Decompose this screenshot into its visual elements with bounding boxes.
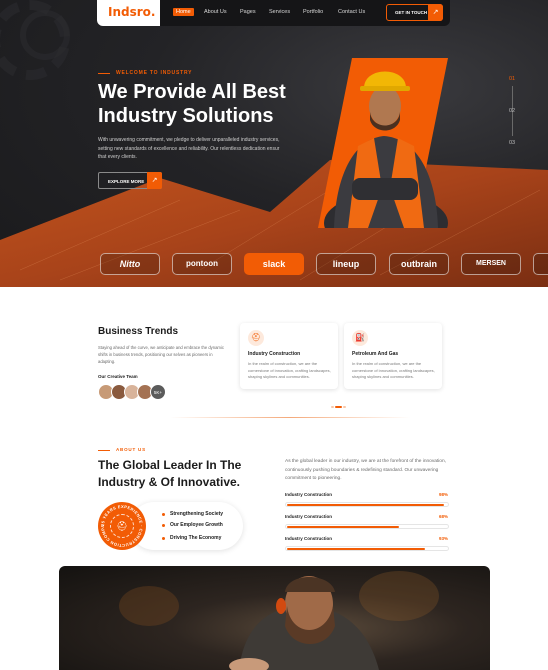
nav-portfolio[interactable]: Portfolio <box>303 9 323 15</box>
carousel-dot[interactable] <box>343 405 346 408</box>
highlight-item: Our Employee Growth <box>170 522 223 528</box>
about-description: As the global leader in our industry, we… <box>285 459 446 481</box>
trends-title: Business Trends <box>98 326 179 337</box>
card-title: Petroleum And Gas <box>352 351 399 357</box>
highlight-item: Strengthening Society <box>170 511 224 517</box>
brand-logo-slack: slack <box>244 253 304 275</box>
carousel-dot[interactable] <box>331 405 334 408</box>
bullet-dot <box>162 513 165 516</box>
progress-fill <box>287 504 444 506</box>
bullet-dot <box>162 524 165 527</box>
progress-label: Industry Construction <box>285 492 332 497</box>
progress-percent: 98% <box>439 492 449 497</box>
arrow-up-right-icon[interactable]: ↗ <box>147 172 162 189</box>
brand-logo-partial <box>533 253 548 275</box>
progress-bar <box>285 546 449 551</box>
get-in-touch-label[interactable]: GET IN TOUCH <box>395 10 427 15</box>
eyebrow-line <box>98 450 110 451</box>
highlight-item: Driving The Economy <box>170 535 222 541</box>
worker-photo <box>59 566 490 670</box>
eyebrow-line <box>98 73 110 74</box>
progress-bar <box>285 502 449 507</box>
brand-logo-outbrain: outbrain <box>389 253 449 275</box>
card-description: In the realm of construction, we are the… <box>248 361 331 379</box>
progress-label: Industry Construction <box>285 536 332 541</box>
progress-percent: 93% <box>439 536 449 541</box>
explore-more-label[interactable]: EXPLORE MORE <box>108 179 144 184</box>
section-divider <box>170 417 410 418</box>
progress-percent: 68% <box>439 514 449 519</box>
brand-logo-nitto: Nitto <box>100 253 160 275</box>
oil-rig-icon: ⛽ <box>352 330 368 346</box>
gear-decoration-inner-icon <box>20 10 70 60</box>
slide-indicator-2[interactable]: 02 <box>509 108 515 114</box>
brand-logo-pontoon: pontoon <box>172 253 232 275</box>
team-label: Our Creative Team <box>98 374 138 379</box>
card-title: Industry Construction <box>248 351 301 357</box>
about-title: The Global Leader In The Industry & Of I… <box>98 458 242 489</box>
carousel-dots[interactable] <box>331 398 347 416</box>
nav-services[interactable]: Services <box>269 9 290 15</box>
nav-about[interactable]: About Us <box>204 9 227 15</box>
arrow-up-right-icon[interactable]: ↗ <box>428 4 443 21</box>
brand-logo-mersen: MERSEN <box>461 253 521 275</box>
progress-label: Industry Construction <box>285 514 332 519</box>
site-logo[interactable]: Indsro. <box>108 5 155 19</box>
brand-logo-lineup: lineup <box>316 253 376 275</box>
progress-bar <box>285 524 449 529</box>
slide-indicator-1[interactable]: 01 <box>509 76 515 82</box>
bullet-dot <box>162 537 165 540</box>
progress-fill <box>287 526 399 528</box>
card-description: In the realm of construction, we are the… <box>352 361 435 379</box>
hero-title: We Provide All Best Industry Solutions <box>98 81 286 127</box>
progress-fill <box>287 548 425 550</box>
slide-indicator-3[interactable]: 03 <box>509 140 515 146</box>
team-more-count[interactable]: 5K+ <box>150 384 166 400</box>
nav-pages[interactable]: Pages <box>240 9 256 15</box>
trends-description: Staying ahead of the curve, we anticipat… <box>98 345 224 364</box>
hero-eyebrow: WELCOME TO INDUSTRY <box>116 70 193 76</box>
hard-hat-icon: ⛑ <box>248 330 264 346</box>
nav-contact[interactable]: Contact Us <box>338 9 365 15</box>
about-eyebrow: ABOUT US <box>116 447 146 452</box>
helmet-icon: ⛑ <box>110 514 134 538</box>
nav-home[interactable]: Home <box>173 8 194 16</box>
carousel-dot-active[interactable] <box>335 405 342 408</box>
worker-photo-art <box>119 571 439 670</box>
hero-description: With unwavering commitment, we pledge to… <box>98 137 280 160</box>
